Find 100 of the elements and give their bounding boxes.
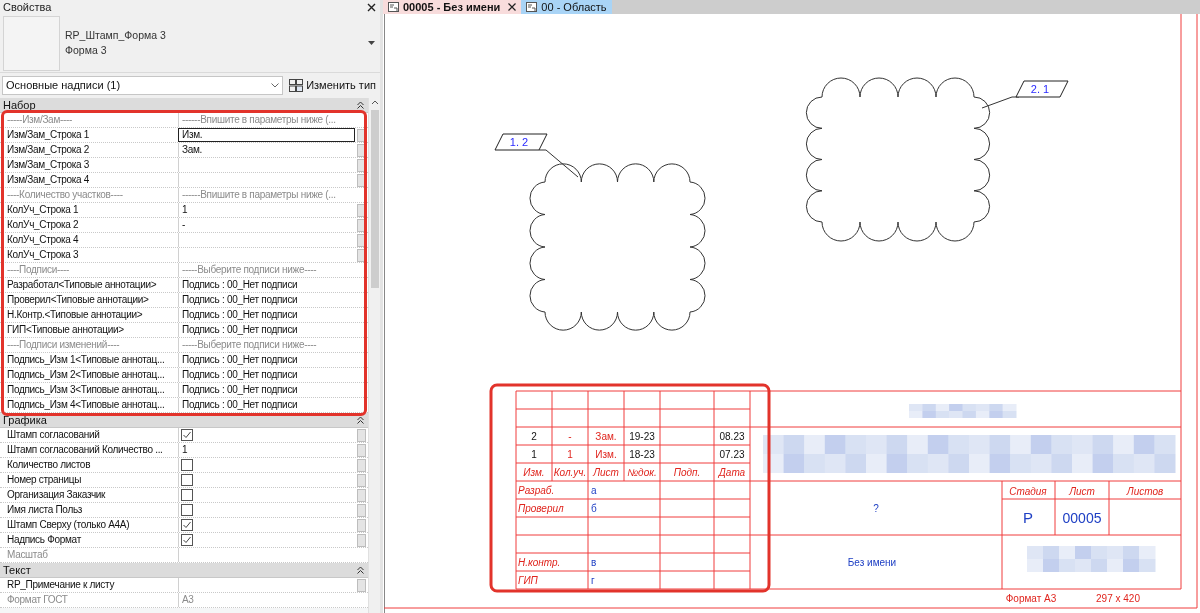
property-name: Изм/Зам_Строка 4 xyxy=(7,173,90,187)
associate-parameter-button[interactable] xyxy=(357,218,366,232)
property-name: Изм/Зам_Строка 2 xyxy=(7,143,90,157)
checkbox[interactable] xyxy=(181,534,193,546)
category-dropdown[interactable]: Основные надписи (1) xyxy=(2,76,284,95)
format-label: Формат А3 xyxy=(1005,593,1057,604)
leader-line xyxy=(538,149,579,178)
section-label: ----Подписи---- xyxy=(7,263,70,277)
property-value[interactable]: 1 xyxy=(181,443,355,457)
property-name: Масштаб xyxy=(7,548,48,562)
signer-role: ГИП xyxy=(518,575,538,586)
section-label: ----Количество участков---- xyxy=(7,188,123,202)
close-icon[interactable] xyxy=(367,2,376,12)
tag-frame xyxy=(494,133,548,151)
stage-value: Р xyxy=(1023,509,1033,526)
property-value[interactable]: Подпись : 00_Нет подписи xyxy=(181,368,355,382)
type-name: RP_Штамп_Форма 3 xyxy=(65,28,167,43)
edit-type-button[interactable]: Изменить тип xyxy=(287,75,378,96)
property-name: RP_Примечание к листу xyxy=(7,578,115,592)
associate-parameter-button[interactable] xyxy=(357,248,366,262)
sheet-icon xyxy=(388,2,399,12)
group-header: Набор xyxy=(3,98,36,113)
checkbox[interactable] xyxy=(181,504,193,516)
property-name: Штамп Сверху (только А4А) xyxy=(7,518,130,532)
signer-role: Н.контр. xyxy=(518,557,561,568)
column-header: №док. xyxy=(627,467,657,478)
revision-cell: 1 xyxy=(567,449,573,460)
property-value[interactable]: - xyxy=(181,218,355,232)
revision-cell: 07.23 xyxy=(719,449,745,460)
property-value[interactable]: Подпись : 00_Нет подписи xyxy=(181,293,355,307)
property-value[interactable]: Подпись : 00_Нет подписи xyxy=(181,353,355,367)
associate-parameter-button[interactable] xyxy=(357,233,366,247)
column-header: Изм. xyxy=(523,467,545,478)
associate-parameter-button[interactable] xyxy=(357,158,366,172)
property-value[interactable]: Подпись : 00_Нет подписи xyxy=(181,308,355,322)
property-value[interactable]: Подпись : 00_Нет подписи xyxy=(181,278,355,292)
object-name: ? xyxy=(873,503,879,514)
associate-parameter-button[interactable] xyxy=(357,203,366,217)
signer-name: в xyxy=(591,557,597,568)
group-header: Графика xyxy=(3,412,47,428)
property-name: Имя листа Польз xyxy=(7,503,83,517)
revision-cell: Изм. xyxy=(595,449,617,460)
signer-name: г xyxy=(591,575,595,586)
property-name: ГИП<Типовые аннотации> xyxy=(7,323,124,337)
checkbox[interactable] xyxy=(181,489,193,501)
revision-cell: 2 xyxy=(531,431,537,442)
checkbox[interactable] xyxy=(181,474,193,486)
section-hint: ------Впишите в параметры ниже (... xyxy=(181,188,337,202)
column-header: Лист xyxy=(593,467,619,478)
property-name: КолУч_Строка 4 xyxy=(7,233,79,247)
property-name: Разработал<Типовые аннотации> xyxy=(7,278,157,292)
associate-parameter-button[interactable] xyxy=(357,128,366,142)
scrollbar[interactable] xyxy=(368,98,380,613)
revision-cell: 19-23 xyxy=(629,431,655,442)
property-name: Изм/Зам_Строка 1 xyxy=(7,128,90,142)
property-name: Номер страницы xyxy=(7,473,82,487)
group-header: Текст xyxy=(3,562,31,578)
property-name: Подпись_Изм 4<Типовые аннотац... xyxy=(7,398,165,412)
revision-cell: 18-23 xyxy=(629,449,655,460)
property-value[interactable]: Изм. xyxy=(181,128,355,142)
signer-name: б xyxy=(591,503,597,514)
collapse-icon[interactable] xyxy=(357,566,364,574)
column-header: Подп. xyxy=(673,467,701,478)
property-value[interactable]: Подпись : 00_Нет подписи xyxy=(181,323,355,337)
property-name: Организация Заказчик xyxy=(7,488,106,502)
property-name: Подпись_Изм 3<Типовые аннотац... xyxy=(7,383,165,397)
sheet-name: Без имени xyxy=(847,557,897,568)
property-value[interactable]: Подпись : 00_Нет подписи xyxy=(181,398,355,412)
column-header: Кол.уч. xyxy=(553,467,587,478)
property-name: Формат ГОСТ xyxy=(7,593,68,607)
collapse-icon[interactable] xyxy=(357,416,364,424)
checkbox[interactable] xyxy=(181,519,193,531)
property-name: КолУч_Строка 2 xyxy=(7,218,79,232)
chevron-down-icon xyxy=(271,83,280,88)
property-value[interactable]: Зам. xyxy=(181,143,355,157)
checkbox[interactable] xyxy=(181,459,193,471)
associate-parameter-button[interactable] xyxy=(357,173,366,187)
property-name: Н.Контр.<Типовые аннотации> xyxy=(7,308,143,322)
property-value[interactable]: 1 xyxy=(181,203,355,217)
checkbox[interactable] xyxy=(181,429,193,441)
scrollbar-thumb[interactable] xyxy=(370,110,379,288)
stage-header: Лист xyxy=(1069,486,1095,497)
dropdown-icon[interactable] xyxy=(368,41,375,45)
revision-tag-label: 1. 2 xyxy=(509,136,529,148)
revision-cell: - xyxy=(568,431,572,442)
revision-cell: 08.23 xyxy=(719,431,745,442)
signer-role: Разраб. xyxy=(518,485,555,496)
property-name: Изм/Зам_Строка 3 xyxy=(7,158,90,172)
panel-title: Свойства xyxy=(3,1,52,13)
property-name: Подпись_Изм 2<Типовые аннотац... xyxy=(7,368,165,382)
property-value[interactable]: Подпись : 00_Нет подписи xyxy=(181,383,355,397)
sheet-icon xyxy=(526,2,538,12)
signer-role: Проверил xyxy=(518,503,564,514)
property-name: Надпись Формат xyxy=(7,533,81,547)
document-tab[interactable]: 00005 - Без имени xyxy=(383,0,522,14)
tag-frame xyxy=(1015,80,1069,98)
revision-cell: 1 xyxy=(531,449,537,460)
document-tab[interactable]: 00 - Область xyxy=(521,0,612,14)
associate-parameter-button[interactable] xyxy=(357,143,366,157)
collapse-icon[interactable] xyxy=(357,101,364,109)
